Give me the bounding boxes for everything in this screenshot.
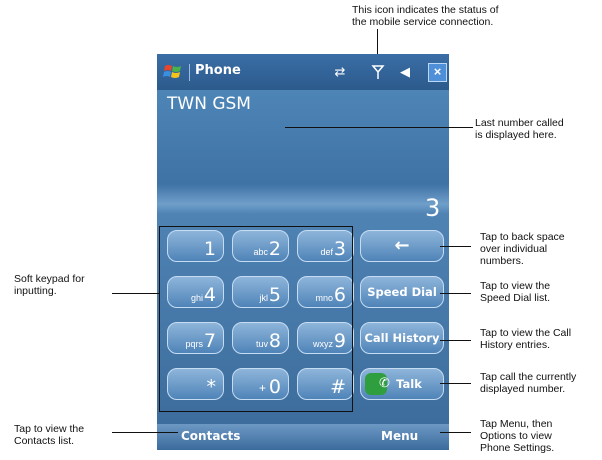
connectivity-icon[interactable]: ⇄ [332,64,348,80]
annotation-talk-line2: displayed number. [480,383,566,395]
annotation-keypad-line2: inputting. [14,285,57,297]
annotation-last-number-line1: Last number called [475,117,564,129]
annotation-status-line1: This icon indicates the status of [352,4,499,16]
annotation-talk-leader [440,383,471,384]
annotation-menu-leader [440,432,471,433]
title-bar: Phone ⇄ ◀︎ × [157,54,449,90]
annotation-last-number-line2: is displayed here. [475,129,557,141]
signal-antenna-icon[interactable] [370,64,386,80]
annotation-call-history-line2: History entries. [480,339,551,351]
annotation-call-history-line1: Tap to view the Call [480,327,572,339]
speed-dial-button[interactable]: Speed Dial [360,276,444,308]
annotation-speed-dial-line2: Speed Dial list. [480,292,551,304]
annotation-keypad-line1: Soft keypad for [14,273,85,285]
annotation-menu-line1: Tap Menu, then [480,418,553,430]
close-button[interactable]: × [428,63,447,82]
annotation-backspace-line2: over individual [480,243,548,255]
annotation-backspace-leader [440,246,471,247]
app-title: Phone [195,63,241,78]
annotation-keypad-leader [112,293,159,294]
speaker-icon[interactable]: ◀︎ [397,64,413,80]
windows-start-icon[interactable] [163,62,183,82]
phone-handset-icon: ✆ [365,373,390,395]
dialed-number-display: 3 [425,194,441,222]
annotation-speed-dial-line1: Tap to view the [480,280,551,292]
menu-softkey[interactable]: Menu [381,429,418,443]
talk-label: Talk [396,377,422,391]
annotation-contacts-line2: Contacts list. [14,435,75,447]
annotation-contacts-leader [112,432,178,433]
contacts-softkey[interactable]: Contacts [181,429,240,443]
annotation-menu-line2: Options to view [480,430,552,442]
annotation-backspace-line3: numbers. [480,255,524,267]
softkey-bar: Contacts Menu [157,424,449,450]
annotation-status-line2: the mobile service connection. [352,16,494,28]
backspace-button[interactable]: ← [360,230,444,262]
call-history-button[interactable]: Call History [360,322,444,354]
talk-button[interactable]: ✆ Talk [360,368,444,400]
annotation-contacts-line1: Tap to view the [14,423,85,435]
annotation-talk-line1: Tap call the currently [480,371,577,383]
keypad-highlight-frame [159,226,353,412]
annotation-backspace-line1: Tap to back space [480,231,565,243]
annotation-speed-dial-leader [440,293,471,294]
annotation-last-number-leader [285,127,473,128]
title-separator [189,64,190,81]
annotation-menu-line3: Phone Settings. [480,442,555,454]
carrier-name: TWN GSM [167,94,251,114]
annotation-call-history-leader [440,340,471,341]
